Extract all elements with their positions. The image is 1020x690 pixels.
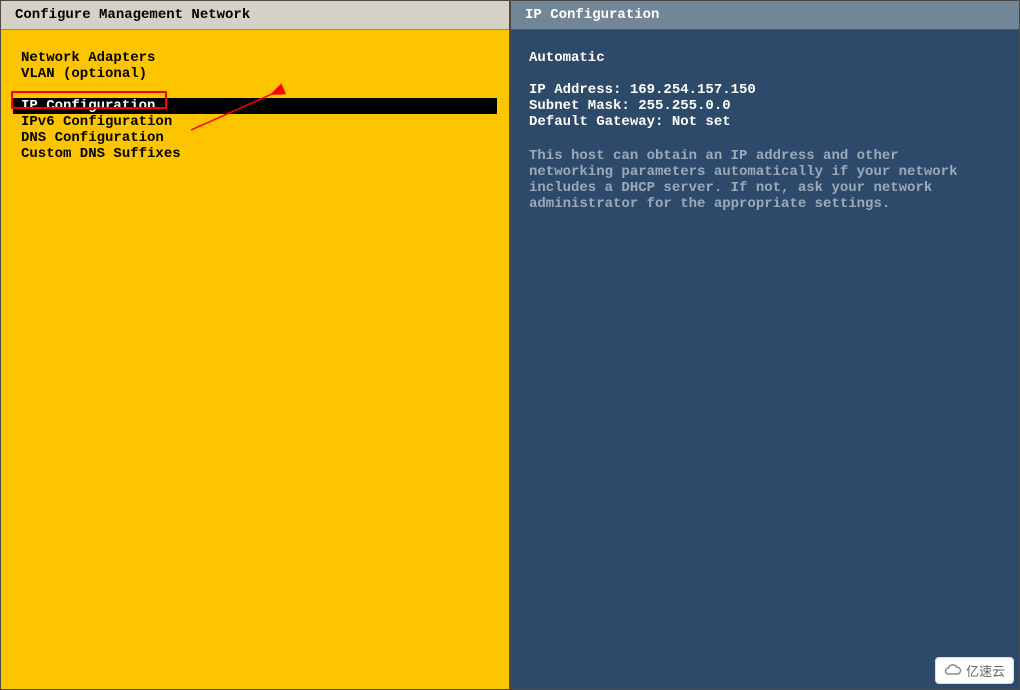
watermark-text: 亿速云 (966, 661, 1005, 680)
ip-mode: Automatic (529, 50, 1001, 66)
menu-container: Network AdaptersVLAN (optional) IP Config… (1, 30, 509, 689)
menu-item-network-adapters[interactable]: Network Adapters (13, 50, 497, 66)
cloud-icon (944, 662, 962, 680)
menu-item-ipv6-configuration[interactable]: IPv6 Configuration (13, 114, 497, 130)
detail-line: Default Gateway: Not set (529, 114, 1001, 130)
details-container: Automatic IP Address: 169.254.157.150Sub… (511, 30, 1019, 689)
menu-item-vlan-optional[interactable]: VLAN (optional) (13, 66, 497, 82)
right-title: IP Configuration (511, 1, 1019, 30)
help-text: This host can obtain an IP address and o… (529, 148, 989, 212)
detail-line: Subnet Mask: 255.255.0.0 (529, 98, 1001, 114)
app-root: Configure Management Network Network Ada… (0, 0, 1020, 690)
watermark-badge: 亿速云 (935, 657, 1014, 684)
right-pane: IP Configuration Automatic IP Address: 1… (510, 0, 1020, 690)
left-title: Configure Management Network (1, 1, 509, 30)
detail-line: IP Address: 169.254.157.150 (529, 82, 1001, 98)
left-pane: Configure Management Network Network Ada… (0, 0, 510, 690)
menu-item-custom-dns-suffixes[interactable]: Custom DNS Suffixes (13, 146, 497, 162)
menu-item-dns-configuration[interactable]: DNS Configuration (13, 130, 497, 146)
menu-item-ip-configuration[interactable]: IP Configuration (13, 98, 497, 114)
